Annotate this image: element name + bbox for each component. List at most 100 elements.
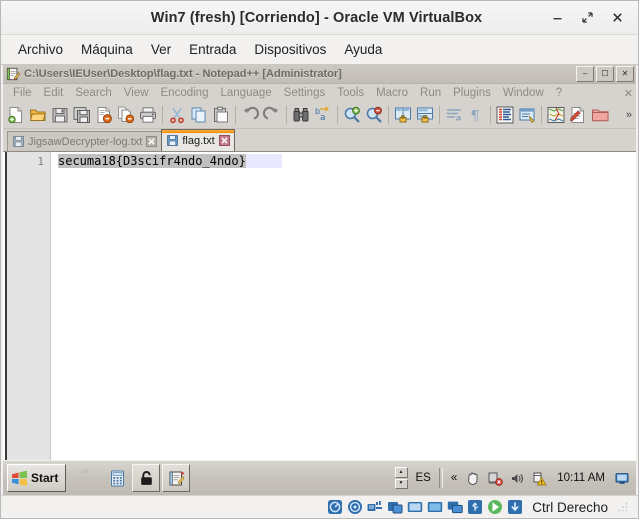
folder-as-workspace-button[interactable] bbox=[589, 104, 611, 126]
calculator-icon-button[interactable] bbox=[104, 465, 130, 491]
host-key-label: Ctrl Derecho bbox=[532, 499, 608, 515]
editor-line-tail bbox=[245, 154, 282, 168]
toolbar-overflow-button[interactable]: » bbox=[626, 109, 636, 121]
npp-menu-tools[interactable]: Tools bbox=[331, 86, 370, 100]
npp-close-button[interactable]: ✕ bbox=[616, 66, 634, 82]
editor-inner[interactable]: 1 secuma18{D3scifr4ndo_4ndo} bbox=[5, 152, 636, 461]
npp-menu-file[interactable]: File bbox=[7, 86, 38, 100]
minimize-icon bbox=[553, 18, 561, 20]
close-tab-icon[interactable] bbox=[218, 135, 230, 146]
keyboard-icon[interactable] bbox=[507, 499, 523, 515]
vbox-menu-maquina[interactable]: Máquina bbox=[72, 39, 142, 60]
npp-menu-encoding[interactable]: Encoding bbox=[155, 86, 215, 100]
quick-launch-bar: “ bbox=[76, 464, 191, 492]
network-icon[interactable] bbox=[367, 499, 383, 515]
find-button[interactable] bbox=[290, 104, 312, 126]
optical-disk-icon[interactable] bbox=[347, 499, 363, 515]
npp-menu-settings[interactable]: Settings bbox=[278, 86, 332, 100]
npp-menu-view[interactable]: View bbox=[118, 86, 155, 100]
vbox-menu-ver[interactable]: Ver bbox=[142, 39, 180, 60]
open-file-button[interactable] bbox=[27, 104, 49, 126]
svg-text:a: a bbox=[320, 113, 326, 123]
remote-desktop-icon[interactable] bbox=[447, 499, 463, 515]
indent-guide-icon bbox=[496, 106, 514, 124]
paste-button[interactable] bbox=[210, 104, 232, 126]
npp-menu-language[interactable]: Language bbox=[214, 86, 277, 100]
copy-button[interactable] bbox=[188, 104, 210, 126]
hard-disk-icon[interactable] bbox=[327, 499, 343, 515]
npp-menu-window[interactable]: Window bbox=[497, 86, 550, 100]
display-icon[interactable] bbox=[407, 499, 423, 515]
cut-button[interactable] bbox=[166, 104, 188, 126]
usb-icon[interactable] bbox=[467, 499, 483, 515]
close-button[interactable] bbox=[602, 5, 632, 31]
start-button[interactable]: Start bbox=[7, 464, 67, 492]
sync-vertical-scroll-button[interactable] bbox=[392, 104, 414, 126]
taskbar-clock[interactable]: 10:11 AM bbox=[553, 472, 609, 484]
editor-text-area[interactable]: secuma18{D3scifr4ndo_4ndo} bbox=[51, 152, 636, 461]
document-map-button[interactable] bbox=[545, 104, 567, 126]
indent-guideline-button[interactable] bbox=[494, 104, 516, 126]
video-capture-icon[interactable] bbox=[427, 499, 443, 515]
tray-spinner[interactable]: ▲ ▼ bbox=[394, 467, 408, 489]
npp-close-document-button[interactable]: ✕ bbox=[624, 87, 636, 100]
function-list-button[interactable] bbox=[567, 104, 589, 126]
npp-minimize-button[interactable]: – bbox=[576, 66, 594, 82]
padlock-icon-button[interactable] bbox=[132, 464, 161, 492]
mouse-integration-icon[interactable] bbox=[487, 499, 503, 515]
vbox-menu-archivo[interactable]: Archivo bbox=[9, 39, 72, 60]
vbox-menu-ayuda[interactable]: Ayuda bbox=[335, 39, 391, 60]
vbox-menu-dispositivos[interactable]: Dispositivos bbox=[245, 39, 335, 60]
close-file-button[interactable] bbox=[93, 104, 115, 126]
show-all-chars-button[interactable]: ¶ bbox=[465, 104, 487, 126]
close-tab-icon[interactable] bbox=[146, 136, 158, 147]
new-file-button[interactable] bbox=[5, 104, 27, 126]
volume-icon-button[interactable] bbox=[509, 470, 526, 487]
action-center-warning-icon-button[interactable] bbox=[531, 470, 548, 487]
tray-spinner-up[interactable]: ▲ bbox=[394, 467, 408, 478]
tab-jigsawdecrypter-log[interactable]: JigsawDecrypter-log.txt bbox=[7, 131, 163, 151]
npp-restore-button[interactable]: ☐ bbox=[596, 66, 614, 82]
notepadpp-taskbar-button[interactable] bbox=[162, 464, 191, 492]
show-hidden-icons-button[interactable]: « bbox=[448, 472, 460, 484]
screenshot-root: Win7 (fresh) [Corriendo] - Oracle VM Vir… bbox=[0, 0, 639, 519]
resize-grip-icon[interactable] bbox=[618, 502, 628, 512]
redo-button[interactable] bbox=[261, 104, 283, 126]
volume-icon bbox=[512, 473, 524, 483]
network-error-icon-button[interactable] bbox=[487, 470, 504, 487]
npp-menu-help[interactable]: ? bbox=[550, 86, 568, 100]
minimize-button[interactable] bbox=[542, 5, 572, 31]
word-wrap-button[interactable] bbox=[443, 104, 465, 126]
npp-menu-plugins[interactable]: Plugins bbox=[447, 86, 497, 100]
npp-menu-edit[interactable]: Edit bbox=[38, 86, 70, 100]
sync-horizontal-scroll-button[interactable] bbox=[414, 104, 436, 126]
shared-folder-icon[interactable] bbox=[387, 499, 403, 515]
vbox-menu-entrada[interactable]: Entrada bbox=[180, 39, 245, 60]
editor-line-1: secuma18{D3scifr4ndo_4ndo} bbox=[58, 154, 246, 168]
print-button[interactable] bbox=[137, 104, 159, 126]
notepadpp-editor[interactable]: 1 secuma18{D3scifr4ndo_4ndo} bbox=[3, 152, 636, 461]
quote-icon-button[interactable]: “ bbox=[76, 465, 102, 491]
zoom-in-button[interactable] bbox=[341, 104, 363, 126]
npp-menu-search[interactable]: Search bbox=[69, 86, 117, 100]
guest-screen[interactable]: C:\Users\IEUser\Desktop\flag.txt - Notep… bbox=[3, 65, 636, 495]
system-tray: ▲ ▼ ES « 10:11 AM bbox=[394, 467, 635, 489]
tray-spinner-down[interactable]: ▼ bbox=[394, 478, 408, 489]
windows-taskbar: Start “ ▲ ▼ ES « 10:11 AM bbox=[3, 460, 636, 495]
show-desktop-button[interactable] bbox=[614, 470, 631, 487]
close-all-button[interactable] bbox=[115, 104, 137, 126]
notepadpp-window-controls: – ☐ ✕ bbox=[576, 66, 636, 82]
npp-menu-run[interactable]: Run bbox=[414, 86, 447, 100]
tab-flag-txt[interactable]: flag.txt bbox=[161, 129, 235, 151]
user-defined-dialog-button[interactable] bbox=[516, 104, 538, 126]
language-indicator[interactable]: ES bbox=[413, 472, 434, 484]
zoom-out-button[interactable] bbox=[363, 104, 385, 126]
undo-button[interactable] bbox=[239, 104, 261, 126]
folder-workspace-icon bbox=[592, 109, 609, 122]
replace-button[interactable]: b a bbox=[312, 104, 334, 126]
hand-security-icon-button[interactable] bbox=[465, 470, 482, 487]
maximize-button[interactable] bbox=[572, 5, 602, 31]
npp-menu-macro[interactable]: Macro bbox=[370, 86, 414, 100]
save-button[interactable] bbox=[49, 104, 71, 126]
save-all-button[interactable] bbox=[71, 104, 93, 126]
